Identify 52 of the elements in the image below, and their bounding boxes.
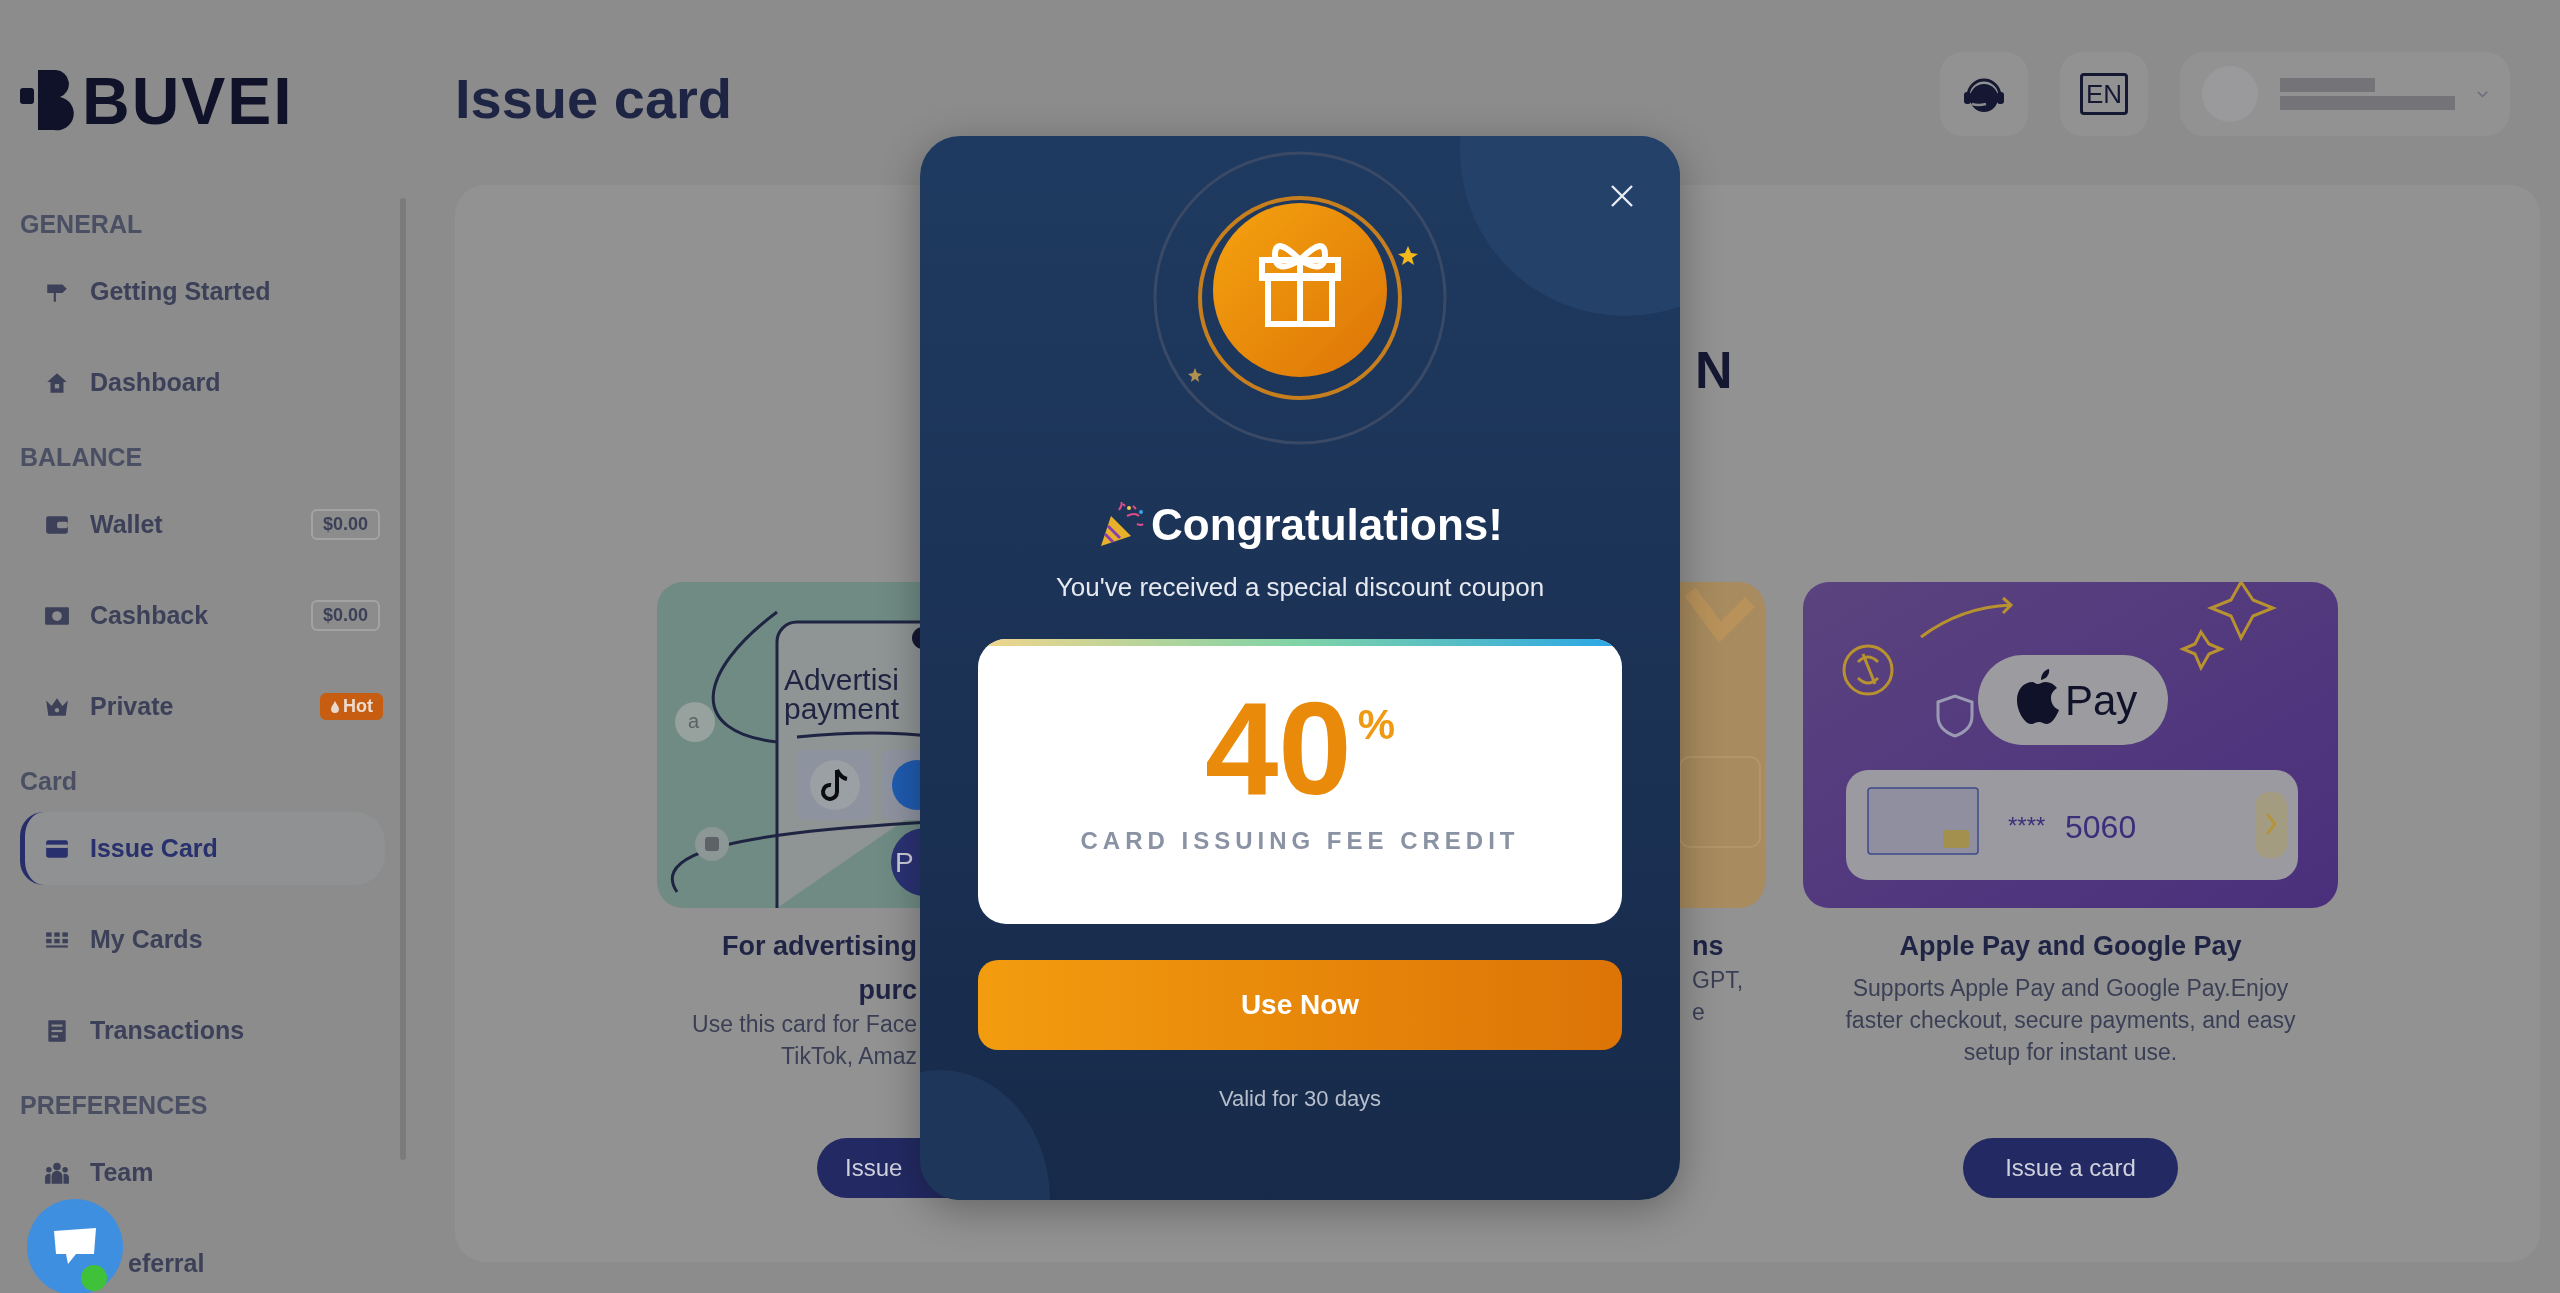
sidebar-item[interactable]: Getting Started — [20, 246, 385, 337]
card-number-text: 5060 — [2065, 809, 2137, 845]
sidebar-item[interactable]: Dashboard — [20, 337, 385, 428]
chevron-right-icon — [2266, 813, 2277, 835]
sidebar-item[interactable]: eferral — [20, 1218, 385, 1293]
illustration-text: P — [895, 847, 914, 878]
section-heading: GENERAL — [20, 209, 144, 239]
sidebar-item[interactable]: Issue Card — [20, 812, 385, 885]
coupon-caption: CARD ISSUING FEE CREDIT — [1080, 827, 1520, 855]
dialog-subtitle: You've received a special discount coupon — [1055, 572, 1545, 603]
chevron-down-icon — [2477, 89, 2488, 99]
illustration-text: a — [688, 710, 700, 732]
pay-text: Pay — [2065, 677, 2138, 724]
use-now-button[interactable]: Use Now — [978, 960, 1622, 1050]
sidebar-item[interactable]: Private Hot — [20, 661, 385, 752]
card-title: purc — [858, 974, 917, 1007]
card-description: Use this card for Face — [692, 1010, 917, 1039]
sidebar-item[interactable]: Wallet $0.00 — [20, 479, 385, 570]
percent-sign: % — [1357, 701, 1396, 749]
card-description: GPT, — [1692, 966, 1744, 995]
discount-value: 40 — [1204, 689, 1352, 809]
sidebar-item[interactable]: Cashback $0.00 — [20, 570, 385, 661]
card-title: For advertising — [721, 930, 917, 963]
language-button[interactable]: EN — [2060, 52, 2148, 136]
card-description: e — [1692, 998, 1705, 1027]
section-heading: PREFERENCES — [20, 1090, 209, 1120]
balance-badge: $0.00 — [310, 509, 380, 540]
section-heading: Card — [20, 766, 78, 796]
card-description: setup for instant use. — [1963, 1038, 2178, 1067]
logo-text: BUVEI — [82, 66, 294, 136]
balance-badge: $0.00 — [310, 600, 380, 631]
card-title: ns — [1692, 930, 1724, 963]
card-description: faster checkout, secure payments, and easy — [1845, 1006, 2296, 1035]
dialog-title: Congratulations! — [1151, 500, 1503, 550]
support-button[interactable] — [1940, 52, 2028, 136]
apple-logo-icon — [2017, 669, 2059, 724]
hot-badge: Hot — [320, 693, 383, 720]
sidebar-item[interactable]: My Cards — [20, 894, 385, 985]
sidebar-item[interactable]: Transactions — [20, 985, 385, 1076]
section-heading: N — [1695, 340, 1733, 401]
card-mask-text: **** — [2008, 812, 2046, 839]
user-menu[interactable] — [2180, 52, 2510, 136]
card-title: Apple Pay and Google Pay — [1899, 930, 2242, 963]
issue-card-button[interactable]: Issue a card — [1963, 1138, 2178, 1198]
card-description: TikTok, Amaz — [781, 1042, 917, 1071]
online-dot — [81, 1265, 107, 1291]
card-description: Supports Apple Pay and Google Pay.Enjoy — [1852, 974, 2289, 1003]
section-heading: BALANCE — [20, 442, 144, 472]
music-note-icon — [821, 768, 849, 801]
sidebar-item[interactable]: Team — [20, 1127, 385, 1218]
page-title: Issue card — [455, 66, 733, 131]
validity-text: Valid for 30 days — [1218, 1086, 1382, 1112]
